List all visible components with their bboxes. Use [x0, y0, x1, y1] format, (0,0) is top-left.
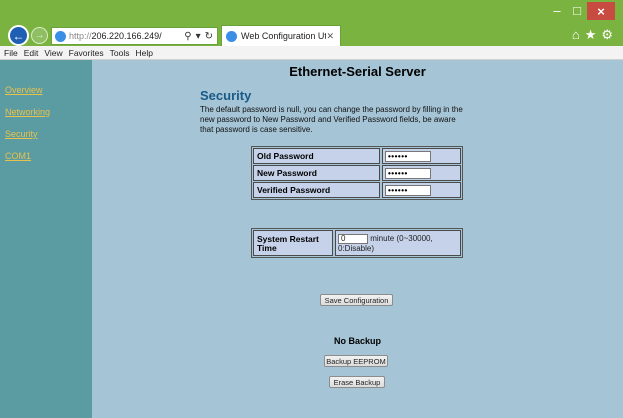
sidebar-item-networking[interactable]: Networking [5, 107, 50, 117]
sidebar-item-overview[interactable]: Overview [5, 85, 43, 95]
main-content: Ethernet-Serial Server Security The defa… [92, 60, 623, 418]
verified-password-label: Verified Password [253, 182, 380, 198]
backup-eeprom-button[interactable]: Backup EEPROM [324, 355, 388, 367]
old-password-label: Old Password [253, 148, 380, 164]
maximize-icon[interactable]: □ [567, 2, 587, 18]
new-password-input[interactable]: •••••• [385, 167, 431, 179]
favorites-star-icon[interactable]: ★ [585, 27, 597, 43]
browser-titlebar: – □ × ← → http://206.220.166.249/ ⚲ ▾ ↻ … [0, 0, 623, 46]
gear-icon[interactable]: ⚙ [601, 27, 613, 43]
arrow-right-icon: → [34, 30, 45, 41]
back-button[interactable]: ← [8, 25, 29, 46]
new-password-label: New Password [253, 165, 380, 181]
erase-backup-button[interactable]: Erase Backup [329, 376, 385, 388]
section-description: The default password is null, you can ch… [200, 105, 463, 134]
verified-password-cell: •••••• [382, 182, 461, 198]
menu-edit[interactable]: Edit [24, 48, 39, 58]
verified-password-row: Verified Password •••••• [253, 182, 461, 198]
address-bar[interactable]: http://206.220.166.249/ ⚲ ▾ ↻ [51, 27, 218, 45]
menu-tools[interactable]: Tools [110, 48, 130, 58]
menu-file[interactable]: File [4, 48, 18, 58]
window-controls: – □ × [547, 2, 615, 20]
refresh-icon[interactable]: ↻ [205, 31, 213, 42]
sidebar: Overview Networking Security COM1 [0, 60, 92, 418]
backup-status: No Backup [333, 336, 381, 346]
url-host: 206.220.166.249/ [91, 31, 162, 41]
tab-close-icon[interactable]: ✕ [326, 31, 334, 42]
arrow-left-icon: ← [12, 28, 25, 43]
verified-password-input[interactable]: •••••• [385, 184, 431, 196]
chevron-down-icon[interactable]: ▾ [196, 31, 201, 42]
address-url[interactable]: http://206.220.166.249/ [69, 31, 184, 41]
old-password-input[interactable]: •••••• [385, 150, 431, 162]
password-table: Old Password •••••• New Password •••••• … [251, 146, 463, 200]
home-icon[interactable]: ⌂ [572, 27, 580, 43]
close-icon[interactable]: × [587, 2, 615, 20]
restart-time-cell: 0 minute (0~30000, 0:Disable) [335, 230, 461, 256]
restart-time-input[interactable]: 0 [338, 234, 368, 244]
save-configuration-button[interactable]: Save Configuration [320, 294, 393, 306]
restart-time-label: System Restart Time [253, 230, 333, 256]
new-password-cell: •••••• [382, 165, 461, 181]
section-heading: Security [200, 88, 252, 103]
minimize-icon[interactable]: – [547, 2, 567, 18]
ie-icon [55, 30, 66, 42]
menu-help[interactable]: Help [135, 48, 152, 58]
menu-bar: File Edit View Favorites Tools Help [0, 46, 623, 60]
browser-tab[interactable]: Web Configuration Utility ✕ [221, 25, 341, 46]
page-title: Ethernet-Serial Server [289, 64, 426, 79]
sidebar-item-security[interactable]: Security [5, 129, 38, 139]
old-password-row: Old Password •••••• [253, 148, 461, 164]
browser-right-icons: ⌂ ★ ⚙ [572, 27, 613, 43]
ie-icon [226, 30, 237, 42]
url-scheme: http:// [69, 31, 92, 41]
new-password-row: New Password •••••• [253, 165, 461, 181]
restart-time-table: System Restart Time 0 minute (0~30000, 0… [251, 228, 463, 258]
menu-favorites[interactable]: Favorites [69, 48, 104, 58]
search-icon[interactable]: ⚲ [184, 31, 191, 42]
old-password-cell: •••••• [382, 148, 461, 164]
forward-button[interactable]: → [31, 27, 48, 44]
sidebar-item-com1[interactable]: COM1 [5, 151, 31, 161]
tab-title: Web Configuration Utility [241, 31, 327, 41]
menu-view[interactable]: View [44, 48, 62, 58]
